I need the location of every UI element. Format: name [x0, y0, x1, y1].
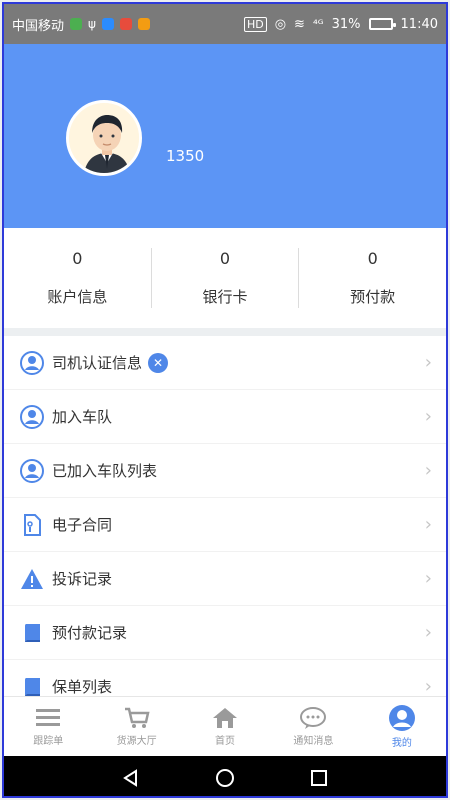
- chevron-right-icon: ›: [424, 622, 432, 643]
- menu-item-label: 加入车队: [52, 408, 113, 426]
- stat-label: 账户信息: [47, 288, 108, 306]
- menu-item-insurance-list[interactable]: 保单列表 ›: [4, 660, 446, 696]
- stat-value: 0: [219, 249, 231, 268]
- carrier-label: 中国移动: [12, 18, 65, 34]
- stat-account-info[interactable]: 0 账户信息: [4, 249, 151, 307]
- list-icon: [36, 709, 61, 726]
- menu-item-label: 预付款记录: [52, 624, 128, 642]
- recent-apps-icon[interactable]: [309, 768, 329, 788]
- menu-item-joined-fleets[interactable]: 已加入车队列表 ›: [4, 444, 446, 498]
- menu-item-e-contract[interactable]: 电子合同 ›: [4, 498, 446, 552]
- menu-item-complaints[interactable]: 投诉记录 ›: [4, 552, 446, 606]
- user-icon: [388, 705, 415, 731]
- cart-icon: [124, 707, 150, 728]
- tab-mine[interactable]: 我的: [358, 697, 446, 756]
- tab-cargo-hall[interactable]: 货源大厅: [92, 697, 180, 756]
- menu-item-label: 保单列表: [52, 678, 113, 696]
- book-icon: [20, 675, 44, 697]
- menu-item-join-fleet[interactable]: 加入车队 ›: [4, 390, 446, 444]
- chevron-right-icon: ›: [424, 352, 432, 373]
- chevron-right-icon: ›: [424, 406, 432, 427]
- unverified-x-icon: ✕: [148, 352, 169, 373]
- app-notification-icon: [70, 18, 83, 30]
- status-left: 中国移动 ψ: [12, 15, 150, 34]
- tab-label: 跟踪单: [33, 736, 64, 747]
- user-circle-icon: [20, 458, 44, 483]
- profile-header: 1350: [4, 44, 446, 228]
- signal-icon: ⁴ᴳ: [312, 17, 324, 31]
- stats-bar: 0 账户信息 0 银行卡 0 预付款: [4, 228, 446, 328]
- tab-label: 通知消息: [293, 736, 334, 747]
- document-icon: [20, 513, 44, 537]
- back-icon[interactable]: [121, 768, 141, 788]
- menu-item-label: 投诉记录: [52, 570, 113, 588]
- tab-tracking[interactable]: 跟踪单: [4, 697, 92, 756]
- menu-item-prepayment-records[interactable]: 预付款记录 ›: [4, 606, 446, 660]
- tab-label: 我的: [391, 738, 412, 749]
- wifi-icon: ≋: [294, 16, 305, 32]
- battery-icon: [368, 18, 396, 30]
- battery-percent: 31%: [331, 16, 361, 32]
- status-bar: 中国移动 ψ HD ◎ ≋ ⁴ᴳ 31% 11:40: [4, 4, 446, 44]
- hd-icon: HD: [243, 16, 267, 32]
- tab-label: 货源大厅: [116, 736, 157, 747]
- stat-prepayment[interactable]: 0 预付款: [299, 249, 446, 307]
- clock: 11:40: [400, 16, 438, 32]
- menu-item-driver-certification[interactable]: 司机认证信息 ✕ ›: [4, 336, 446, 390]
- stat-label: 银行卡: [202, 288, 248, 306]
- section-separator: [4, 328, 446, 336]
- phone-number: 1350: [166, 147, 205, 165]
- chevron-right-icon: ›: [424, 460, 432, 481]
- bottom-tab-bar: 跟踪单 货源大厅 首页 通知消息 我的: [4, 696, 446, 756]
- eye-icon: ◎: [274, 16, 287, 32]
- app-notification-icon: [101, 18, 114, 30]
- usb-icon: ψ: [88, 17, 96, 31]
- avatar[interactable]: [66, 100, 142, 176]
- chevron-right-icon: ›: [424, 568, 432, 589]
- status-right: HD ◎ ≋ ⁴ᴳ 31% 11:40: [243, 16, 438, 32]
- chevron-right-icon: ›: [424, 514, 432, 535]
- stat-label: 预付款: [350, 288, 396, 306]
- tab-notifications[interactable]: 通知消息: [269, 697, 357, 756]
- menu-item-label: 电子合同: [52, 516, 113, 534]
- app-notification-icon: [137, 18, 150, 30]
- tab-home[interactable]: 首页: [181, 697, 269, 756]
- chat-icon: [300, 707, 327, 729]
- menu-list: 司机认证信息 ✕ › 加入车队 › 已加入车队列表 › 电子合同 › 投诉记录 …: [4, 336, 446, 696]
- app-notification-icon: [119, 18, 132, 30]
- menu-item-label: 司机认证信息: [52, 354, 143, 372]
- user-circle-icon: [20, 350, 44, 375]
- app-frame: 中国移动 ψ HD ◎ ≋ ⁴ᴳ 31% 11:40 1350 0 账户信息 0…: [2, 2, 448, 798]
- user-circle-icon: [20, 404, 44, 429]
- stat-value: 0: [367, 249, 378, 268]
- stat-value: 0: [72, 249, 83, 268]
- stat-bank-card[interactable]: 0 银行卡: [152, 249, 299, 307]
- menu-item-label: 已加入车队列表: [52, 462, 158, 480]
- book-icon: [20, 621, 44, 645]
- home-circle-icon[interactable]: [215, 768, 235, 788]
- warning-icon: [20, 567, 44, 591]
- system-nav-bar: [4, 756, 446, 796]
- tab-label: 首页: [215, 736, 236, 747]
- avatar-illustration: [69, 103, 139, 173]
- chevron-right-icon: ›: [424, 676, 432, 696]
- home-icon: [213, 708, 238, 728]
